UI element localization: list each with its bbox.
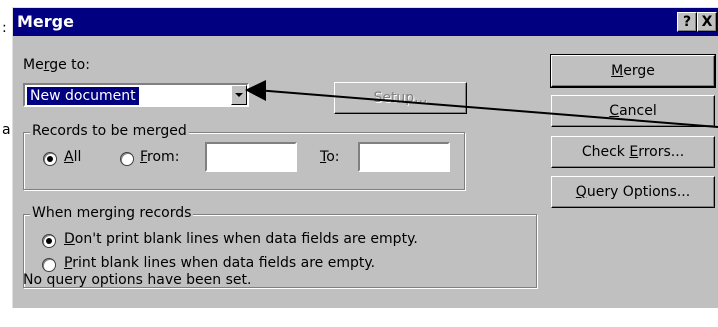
annotation-arrow <box>245 80 718 128</box>
arrow-line <box>255 89 718 128</box>
arrow-head-icon <box>245 80 266 101</box>
